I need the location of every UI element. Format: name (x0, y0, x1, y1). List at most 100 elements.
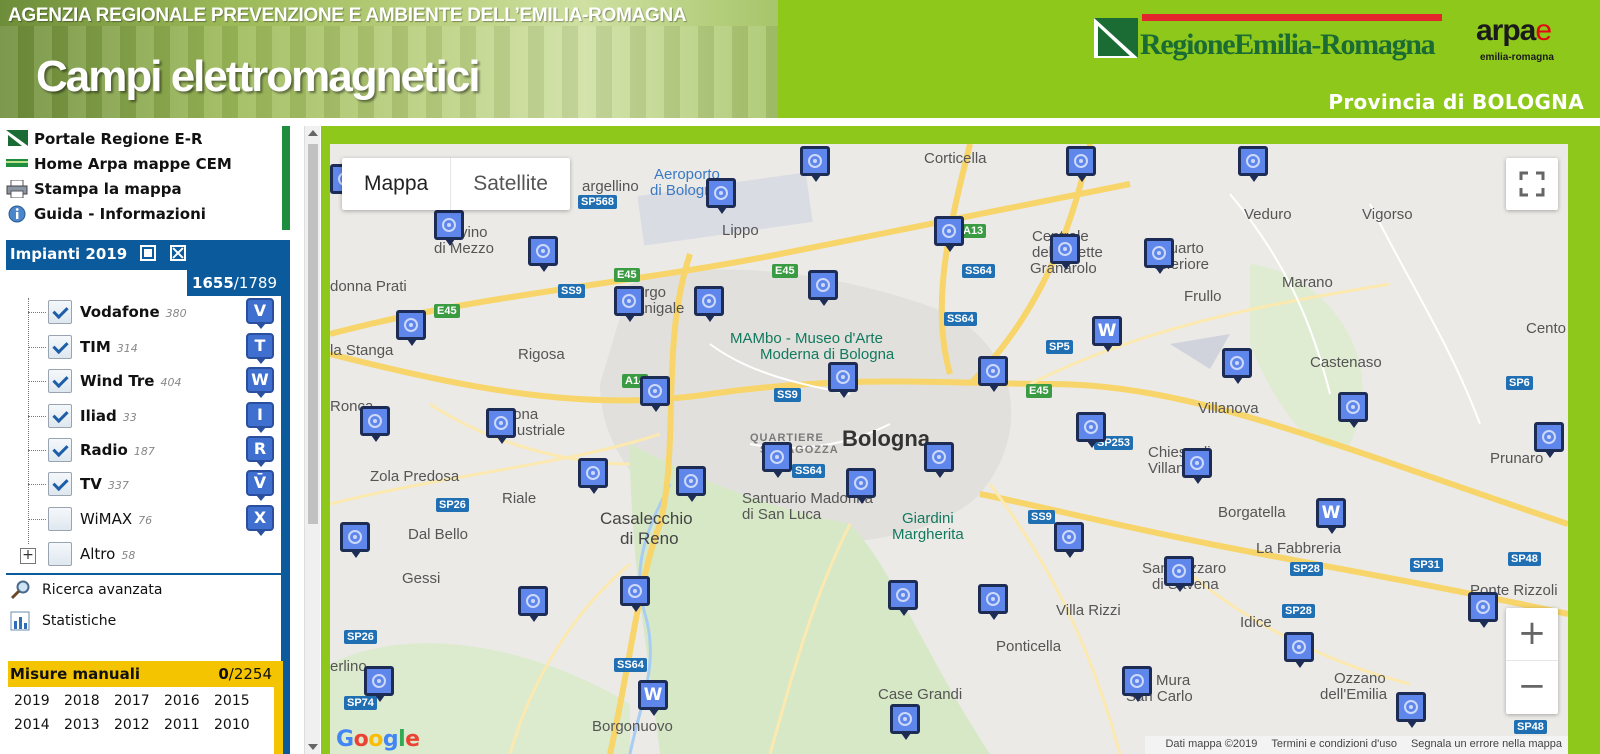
year-link[interactable]: 2014 (14, 717, 64, 733)
antenna-marker-icon[interactable] (1338, 392, 1368, 428)
zoom-out-button[interactable]: − (1506, 661, 1558, 714)
wind-marker-icon[interactable]: W (638, 680, 668, 716)
scroll-down-arrow-icon[interactable] (308, 744, 318, 750)
antenna-marker-icon[interactable] (808, 270, 838, 306)
antenna-marker-icon[interactable] (614, 286, 644, 322)
wind-marker-icon[interactable]: W (1316, 498, 1346, 534)
year-link[interactable]: 2010 (214, 717, 264, 733)
antenna-marker-icon[interactable] (888, 580, 918, 616)
wind-marker-icon[interactable]: W (1092, 316, 1122, 352)
antenna-marker-icon[interactable] (340, 522, 370, 558)
antenna-marker-icon[interactable] (434, 210, 464, 246)
year-link[interactable]: 2018 (64, 693, 114, 709)
operator-label: Wind Tre 404 (80, 372, 181, 390)
operator-row-windtre: Wind Tre 404 W (28, 367, 288, 398)
tool-statistiche[interactable]: Statistiche (10, 609, 116, 633)
expand-altro-button[interactable]: + (20, 548, 36, 564)
wimax-checkbox[interactable] (48, 507, 72, 531)
map-canvas[interactable]: Corticella Aeroporto di Bologna argellin… (330, 144, 1568, 754)
tv-checkbox[interactable] (48, 472, 72, 496)
antenna-marker-icon[interactable] (360, 406, 390, 442)
fullscreen-button[interactable] (1506, 158, 1558, 210)
place-label: Case Grandi (878, 686, 963, 703)
antenna-marker-icon[interactable] (1182, 448, 1212, 484)
altro-checkbox[interactable] (48, 542, 72, 566)
antenna-marker-icon[interactable] (1054, 522, 1084, 558)
report-error-link[interactable]: Segnala un errore nella mappa (1411, 738, 1562, 750)
antenna-marker-icon[interactable] (396, 310, 426, 346)
antenna-marker-icon[interactable] (518, 586, 548, 622)
link-guida[interactable]: Guida - Informazioni (6, 203, 206, 225)
terms-link[interactable]: Termini e condizioni d'uso (1271, 738, 1397, 750)
tim-checkbox[interactable] (48, 335, 72, 359)
place-label: argellino (582, 178, 639, 195)
antenna-marker-icon[interactable] (846, 468, 876, 504)
vodafone-checkbox[interactable] (48, 300, 72, 324)
link-stampa[interactable]: Stampa la mappa (6, 178, 182, 200)
link-home-arpa[interactable]: Home Arpa mappe CEM (6, 153, 232, 175)
sidebar-scrollbar[interactable] (304, 126, 320, 754)
antenna-marker-icon[interactable] (1396, 692, 1426, 728)
antenna-marker-icon[interactable] (1066, 146, 1096, 182)
antenna-marker-icon[interactable] (1164, 556, 1194, 592)
antenna-marker-icon[interactable] (1284, 632, 1314, 668)
antenna-marker-icon[interactable] (978, 584, 1008, 620)
marker-inner (1074, 154, 1088, 168)
arpae-logo[interactable]: arpae emilia-romagna (1472, 14, 1588, 66)
antenna-marker-icon[interactable] (924, 442, 954, 478)
antenna-marker-icon[interactable] (1238, 146, 1268, 182)
antenna-marker-icon[interactable] (934, 216, 964, 252)
antenna-marker-icon[interactable] (1076, 412, 1106, 448)
minimize-icon[interactable] (140, 245, 157, 261)
map-type-mappa-button[interactable]: Mappa (342, 158, 450, 210)
windtre-marker-icon[interactable]: W (246, 367, 274, 398)
year-link[interactable]: 2019 (14, 693, 64, 709)
tool-ricerca-avanzata[interactable]: Ricerca avanzata (10, 578, 162, 602)
antenna-marker-icon[interactable] (364, 666, 394, 702)
radio-checkbox[interactable] (48, 438, 72, 462)
antenna-marker-icon[interactable] (528, 236, 558, 272)
link-portale-regione[interactable]: Portale Regione E-R (6, 128, 203, 150)
antenna-marker-icon[interactable] (486, 408, 516, 444)
road-shield: E45 (1026, 384, 1052, 398)
antenna-marker-icon[interactable] (1144, 238, 1174, 274)
close-icon[interactable] (169, 245, 186, 261)
antenna-marker-icon[interactable] (978, 356, 1008, 392)
vodafone-marker-icon[interactable]: V (246, 298, 274, 329)
place-label: Rigosa (518, 346, 565, 363)
antenna-marker-icon[interactable] (1534, 422, 1564, 458)
wimax-marker-icon[interactable]: X (246, 505, 274, 536)
antenna-marker-icon[interactable] (828, 362, 858, 398)
zoom-in-button[interactable]: + (1506, 608, 1558, 661)
iliad-checkbox[interactable] (48, 404, 72, 428)
tv-marker-icon[interactable]: V̄ (246, 470, 274, 501)
tim-marker-icon[interactable]: T (246, 333, 274, 364)
map-type-satellite-button[interactable]: Satellite (450, 158, 570, 210)
antenna-marker-icon[interactable] (676, 466, 706, 502)
antenna-marker-icon[interactable] (890, 704, 920, 740)
year-link[interactable]: 2013 (64, 717, 114, 733)
antenna-marker-icon[interactable] (706, 178, 736, 214)
year-link[interactable]: 2017 (114, 693, 164, 709)
antenna-marker-icon[interactable] (1050, 234, 1080, 270)
year-link[interactable]: 2012 (114, 717, 164, 733)
scrollbar-thumb[interactable] (308, 144, 318, 524)
year-link[interactable]: 2011 (164, 717, 214, 733)
antenna-marker-icon[interactable] (1468, 592, 1498, 628)
marker-inner (536, 244, 550, 258)
windtre-checkbox[interactable] (48, 369, 72, 393)
antenna-marker-icon[interactable] (620, 576, 650, 612)
antenna-marker-icon[interactable] (1222, 348, 1252, 384)
year-link[interactable]: 2016 (164, 693, 214, 709)
antenna-marker-icon[interactable] (1122, 666, 1152, 702)
scroll-up-arrow-icon[interactable] (308, 130, 318, 136)
antenna-marker-icon[interactable] (640, 376, 670, 412)
radio-marker-icon[interactable]: R (246, 436, 274, 467)
iliad-marker-icon[interactable]: I (246, 402, 274, 433)
region-emilia-romagna-logo[interactable]: RegioneEmilia-Romagna (1092, 14, 1444, 64)
antenna-marker-icon[interactable] (762, 442, 792, 478)
antenna-marker-icon[interactable] (578, 458, 608, 494)
antenna-marker-icon[interactable] (694, 286, 724, 322)
year-link[interactable]: 2015 (214, 693, 264, 709)
antenna-marker-icon[interactable] (800, 146, 830, 182)
